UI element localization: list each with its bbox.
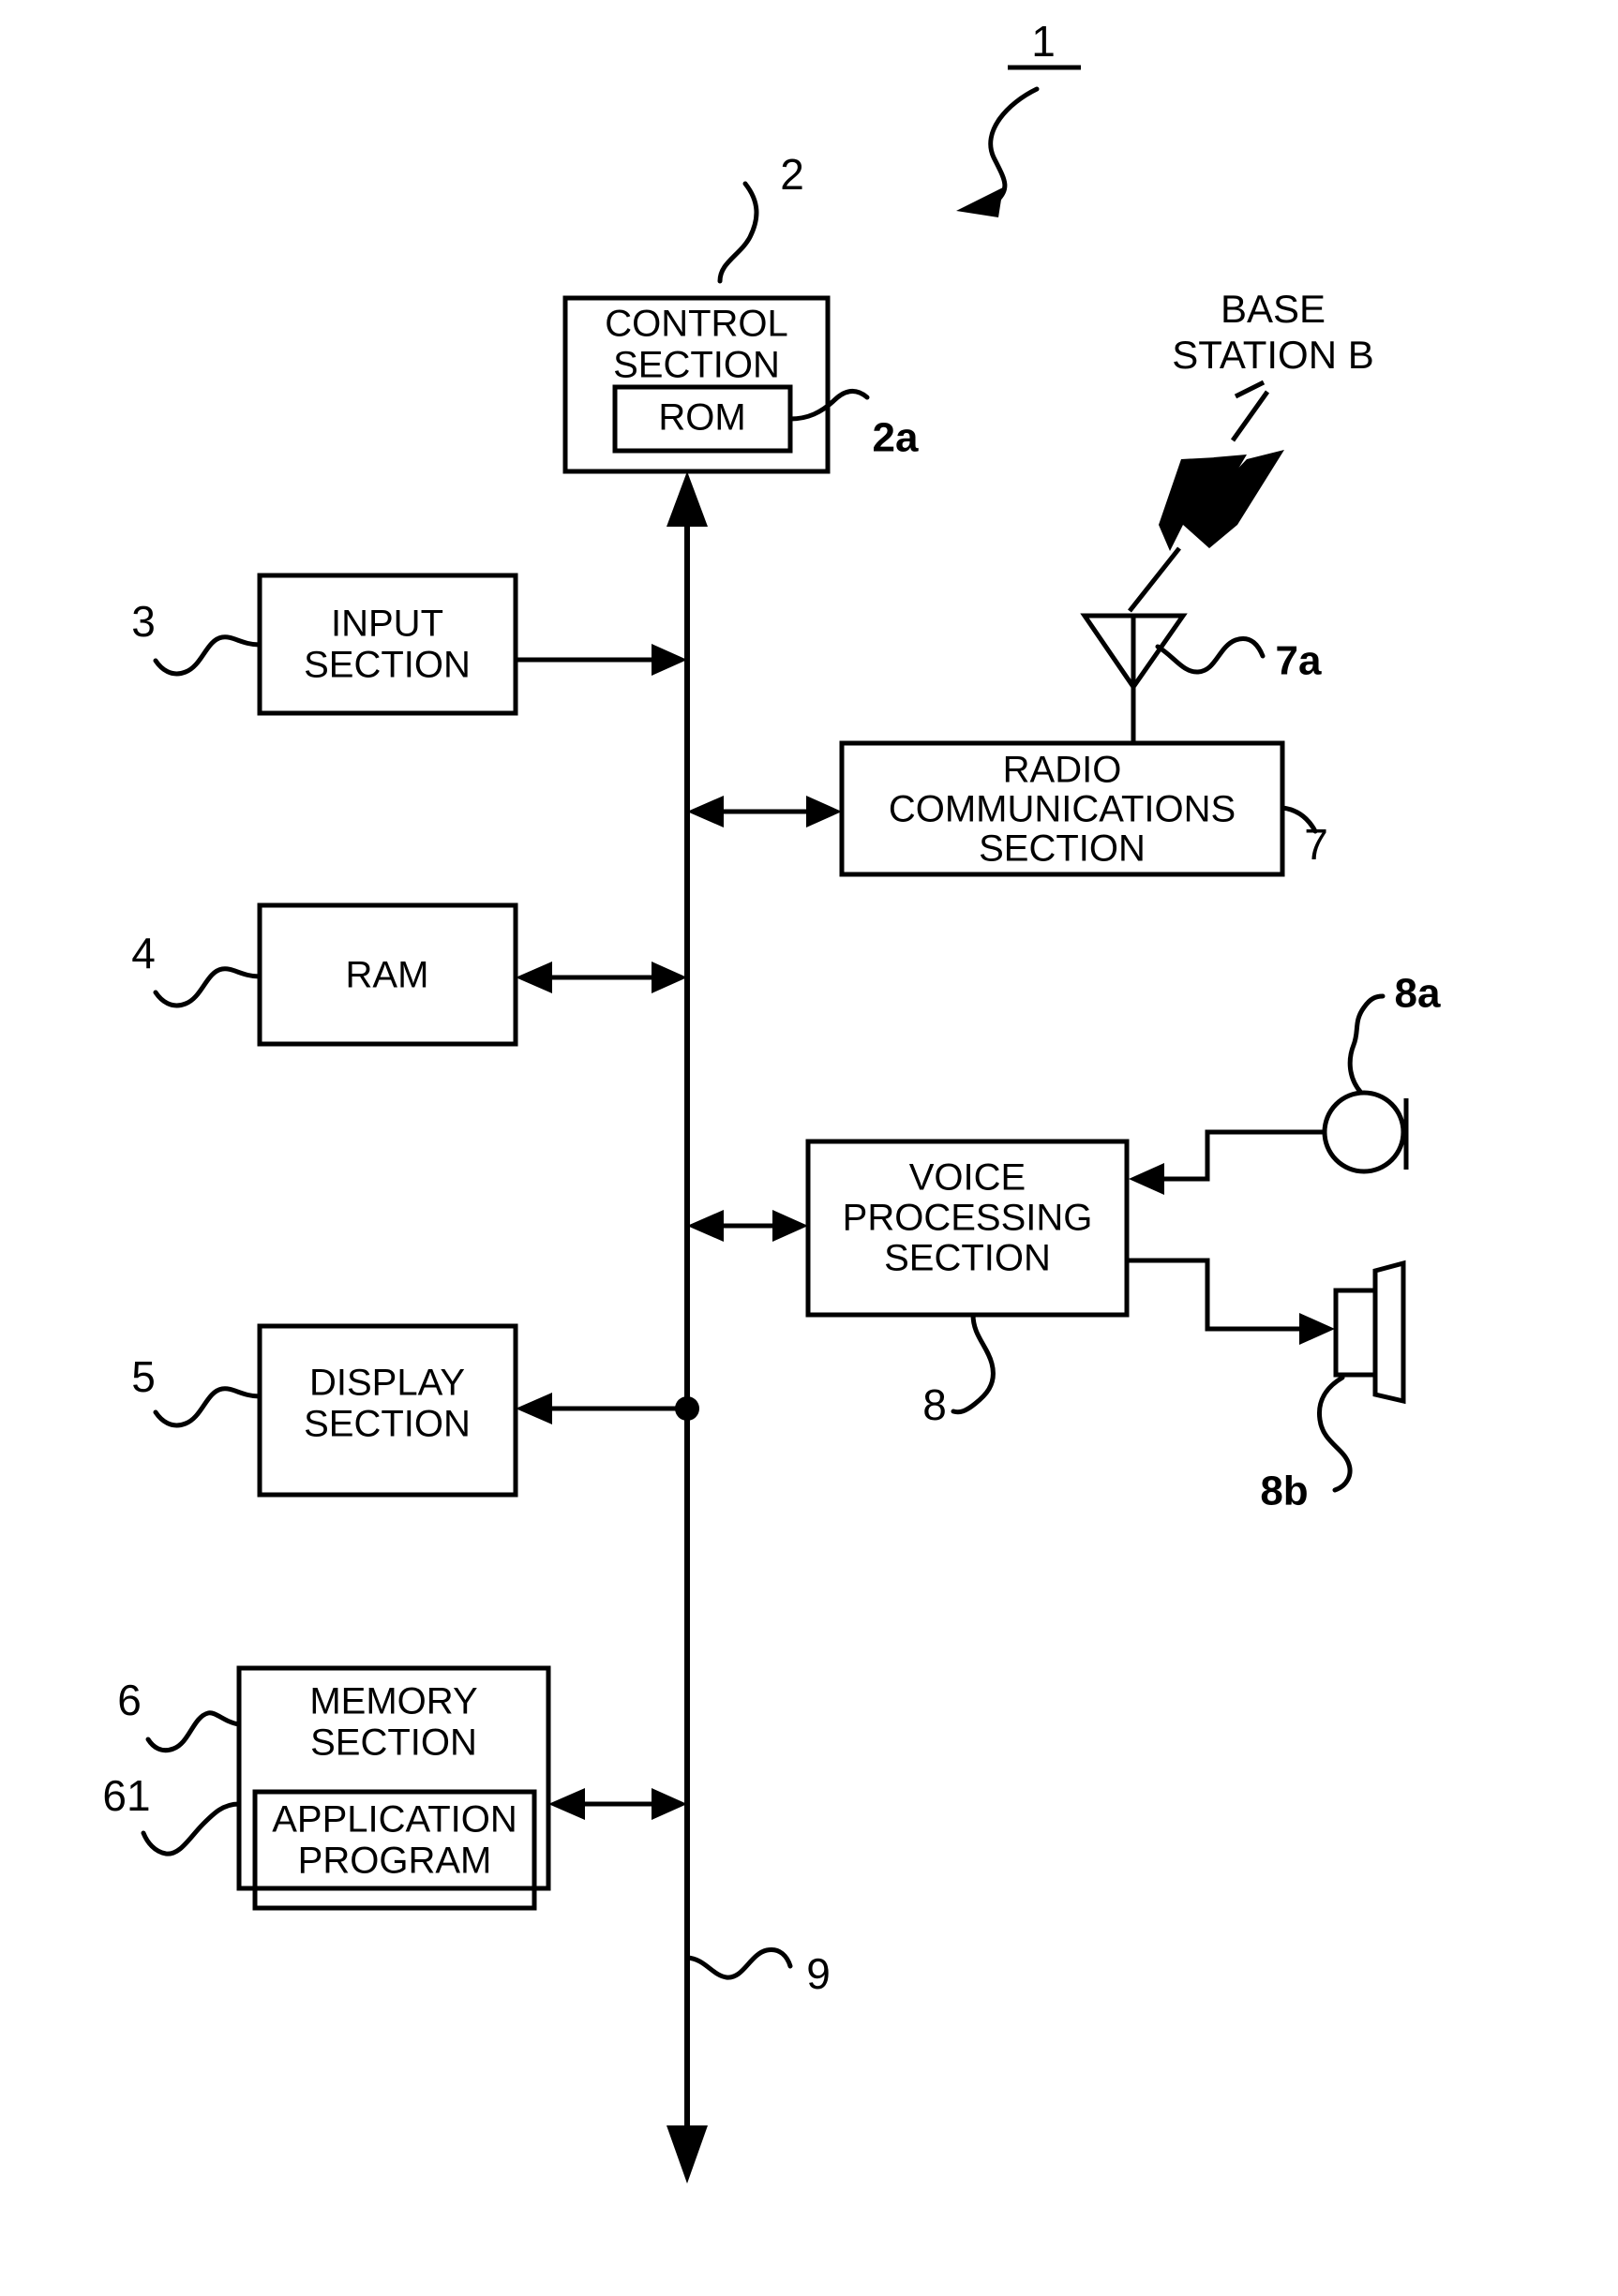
display-section-connector-arrowhead (516, 1393, 552, 1424)
ram-group: RAM 4 (131, 902, 518, 1047)
memory-section-connector (548, 1788, 687, 1820)
voice-processing-connector-arrowhead-left (687, 1210, 724, 1242)
antenna-ref-leader (1155, 636, 1266, 675)
memory-section-connector-arrowhead-right (652, 1788, 687, 1820)
speaker-icon: 8b (1127, 1258, 1406, 1514)
application-program-label-line1: APPLICATION (272, 1799, 517, 1841)
radio-communications-section-group: RADIO COMMUNICATIONS SECTION 7 (839, 726, 1328, 877)
display-section-group: DISPLAY SECTION 5 (131, 1323, 518, 1498)
radio-communications-connector (687, 796, 842, 827)
radio-wave-tail-lower (1128, 546, 1181, 613)
control-section-ref-leader (717, 181, 759, 284)
speaker-body (1333, 1288, 1378, 1378)
voice-processing-label-line3: SECTION (884, 1238, 1051, 1279)
base-station-label-line1: BASE (1221, 287, 1326, 331)
ram-ref-label: 4 (131, 929, 156, 977)
figure-canvas: 1 CONTROL SECTION ROM 2 2a BASE STATION … (0, 0, 1618, 2296)
lightning-bolt-icon (1128, 380, 1284, 613)
display-section-bus-junction-dot (675, 1396, 699, 1421)
system-bus-top-arrowhead (667, 471, 708, 527)
input-section-group: INPUT SECTION 3 (131, 573, 518, 716)
input-section-ref-leader (153, 634, 262, 677)
voice-processing-ref-label: 8 (922, 1380, 947, 1429)
input-section-label-line2: SECTION (304, 645, 471, 686)
rom-ref-label: 2a (873, 415, 919, 461)
control-section-label-line2: SECTION (613, 345, 780, 386)
system-bus-bottom-arrowhead (667, 2125, 708, 2184)
radio-communications-connector-arrowhead-right (806, 796, 842, 827)
system-bus-group: 9 (667, 471, 831, 2184)
ram-connector-arrowhead-right (652, 962, 687, 993)
figure-ref-1-leader (988, 86, 1040, 204)
speaker-wire (1127, 1258, 1303, 1332)
input-section-connector-arrowhead (652, 644, 687, 676)
voice-processing-label-line2: PROCESSING (843, 1198, 1093, 1239)
radio-communications-ref-label: 7 (1304, 820, 1328, 869)
control-section-label-line1: CONTROL (605, 304, 788, 345)
radio-wave-tail-top (1230, 390, 1270, 442)
memory-section-connector-arrowhead-left (548, 1788, 585, 1820)
speaker-ref-leader (1316, 1375, 1353, 1493)
base-station-label-line2: STATION B (1172, 333, 1373, 377)
system-bus-ref-label: 9 (806, 1949, 831, 1998)
ram-connector (516, 962, 687, 993)
display-section-ref-label: 5 (131, 1352, 156, 1401)
voice-processing-connector (687, 1210, 808, 1242)
microphone-wire-arrowhead (1129, 1163, 1164, 1195)
figure-ref-1-group: 1 (956, 17, 1081, 217)
microphone-circle (1322, 1090, 1406, 1174)
microphone-ref-leader (1347, 993, 1386, 1096)
ram-connector-arrowhead-left (516, 962, 552, 993)
input-section-ref-label: 3 (131, 597, 156, 646)
ram-label: RAM (346, 955, 429, 996)
radio-communications-connector-arrowhead-left (687, 796, 724, 827)
rom-label: ROM (658, 397, 745, 439)
voice-processing-section-group: VOICE PROCESSING SECTION 8 (805, 1139, 1130, 1429)
microphone-ref-label: 8a (1395, 971, 1441, 1017)
display-section-label-line1: DISPLAY (309, 1363, 465, 1404)
speaker-wire-arrowhead (1299, 1313, 1335, 1345)
system-bus-ref-leader (684, 1946, 793, 1980)
input-section-connector (516, 644, 687, 676)
microphone-icon: 8a (1129, 971, 1441, 1195)
display-section-connector (516, 1393, 699, 1424)
memory-section-label-line2: SECTION (310, 1722, 477, 1764)
input-section-label-line1: INPUT (331, 604, 443, 645)
voice-processing-ref-leader (951, 1312, 996, 1415)
application-program-ref-label: 61 (102, 1771, 150, 1820)
radio-communications-label-line3: SECTION (979, 828, 1146, 870)
antenna-icon: 7a (1080, 613, 1322, 726)
microphone-wire (1142, 1129, 1324, 1182)
memory-section-ref-label: 6 (117, 1676, 142, 1724)
figure-ref-1-label: 1 (1031, 17, 1056, 66)
voice-processing-label-line1: VOICE (909, 1157, 1026, 1199)
figure-ref-1-arrowhead (956, 187, 1003, 217)
speaker-horn (1372, 1260, 1406, 1405)
voice-processing-connector-arrowhead-right (772, 1210, 808, 1242)
control-section-ref-label: 2 (780, 150, 804, 199)
control-section-group: CONTROL SECTION ROM 2 2a (562, 150, 919, 474)
display-section-label-line2: SECTION (304, 1404, 471, 1445)
speaker-ref-label: 8b (1260, 1469, 1308, 1514)
ram-ref-leader (153, 966, 262, 1008)
block-diagram: 1 CONTROL SECTION ROM 2 2a BASE STATION … (102, 17, 1441, 2184)
radio-communications-label-line1: RADIO (1003, 750, 1122, 791)
application-program-ref-leader (141, 1801, 242, 1856)
antenna-ref-label: 7a (1276, 638, 1322, 684)
application-program-label-line2: PROGRAM (298, 1841, 492, 1882)
memory-section-ref-leader (145, 1710, 242, 1753)
radio-wave-tail-upper (1234, 380, 1266, 399)
memory-section-group: MEMORY SECTION APPLICATION PROGRAM 6 61 (102, 1665, 551, 1911)
display-section-ref-leader (153, 1386, 262, 1428)
radio-communications-label-line2: COMMUNICATIONS (889, 789, 1236, 830)
memory-section-label-line1: MEMORY (309, 1681, 477, 1722)
base-station-group: BASE STATION B (1172, 287, 1373, 377)
